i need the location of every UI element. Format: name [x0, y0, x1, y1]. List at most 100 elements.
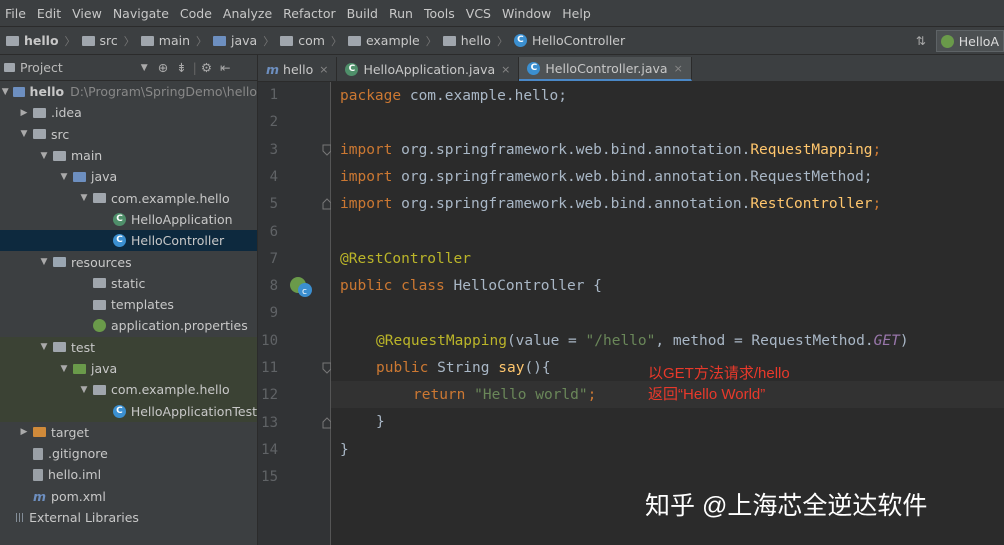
- breadcrumb-label: hello: [24, 33, 59, 48]
- tree-item[interactable]: ▼ main: [0, 145, 257, 166]
- annotation-note: 以GET方法请求/hello 返回“Hello World”: [648, 363, 790, 405]
- sort-icon[interactable]: ⇅: [916, 34, 926, 48]
- tree-item[interactable]: ▼ java: [0, 166, 257, 187]
- close-icon[interactable]: ×: [319, 63, 328, 76]
- expanded-arrow-icon[interactable]: ▼: [18, 129, 30, 139]
- scroll-from-source-icon[interactable]: ⊕: [158, 60, 168, 75]
- tree-item[interactable]: application.properties: [0, 315, 257, 336]
- collapsed-arrow-icon[interactable]: ▶: [18, 108, 30, 118]
- tree-item[interactable]: templates: [0, 294, 257, 315]
- project-toolbar: Project ▼ ⊕ ⇟ | ⚙ ⇤: [0, 55, 257, 81]
- breadcrumb-item[interactable]: example 〉: [342, 33, 437, 49]
- code-line-3: import org.springframework.web.bind.anno…: [340, 142, 882, 158]
- tree-item[interactable]: ▼ test: [0, 336, 257, 358]
- tree-item[interactable]: ▶ .idea: [0, 102, 257, 123]
- expanded-arrow-icon[interactable]: ▼: [58, 172, 70, 182]
- tree-item[interactable]: m pom.xml: [0, 486, 257, 507]
- menu-code[interactable]: Code: [175, 6, 218, 21]
- menu-run[interactable]: Run: [384, 6, 419, 21]
- tree-item-label: .gitignore: [48, 446, 108, 462]
- breadcrumb-label: example: [365, 33, 420, 48]
- menu-navigate[interactable]: Navigate: [108, 6, 175, 21]
- line-number: 3: [269, 141, 278, 158]
- collapse-all-icon[interactable]: ⇟: [176, 60, 186, 75]
- hide-icon[interactable]: ⇤: [220, 60, 230, 75]
- menu-window[interactable]: Window: [497, 6, 557, 21]
- code-line-10: @RequestMapping(value = "/hello", method…: [376, 333, 909, 349]
- collapsed-arrow-icon[interactable]: ▶: [18, 427, 30, 437]
- editor-tab[interactable]: m hello ×: [258, 57, 338, 81]
- chevron-right-icon: 〉: [123, 34, 135, 48]
- module-icon: [13, 86, 25, 97]
- menu-vcs[interactable]: VCS: [461, 6, 497, 21]
- tree-item[interactable]: ||| External Libraries: [0, 507, 257, 528]
- package-icon: [93, 384, 106, 395]
- menu-view[interactable]: View: [67, 6, 108, 21]
- tree-item[interactable]: ▼ src: [0, 124, 257, 145]
- tab-label: HelloApplication.java: [363, 61, 496, 77]
- folder-icon: [33, 107, 46, 118]
- dropdown-icon[interactable]: ▼: [141, 63, 148, 73]
- tree-item-label: com.example.hello: [111, 382, 230, 398]
- tree-item[interactable]: C HelloController: [0, 230, 257, 252]
- close-icon[interactable]: ×: [674, 62, 683, 75]
- breadcrumb-item[interactable]: src 〉: [76, 33, 135, 49]
- menu-build[interactable]: Build: [342, 6, 384, 21]
- project-panel-title[interactable]: Project: [20, 60, 63, 75]
- breadcrumb-item[interactable]: C HelloController: [508, 33, 625, 48]
- breadcrumb-item[interactable]: main 〉: [135, 33, 207, 49]
- code-editor[interactable]: package com.example.hello; import org.sp…: [331, 82, 1004, 545]
- project-panel: Project ▼ ⊕ ⇟ | ⚙ ⇤ ▼ hello D:\Program\Spr…: [0, 55, 258, 545]
- tree-item[interactable]: ▼ hello D:\Program\SpringDemo\hello: [0, 81, 257, 102]
- menu-help[interactable]: Help: [557, 6, 597, 21]
- breadcrumb-label: java: [231, 33, 258, 48]
- menu-edit[interactable]: Edit: [32, 6, 67, 21]
- tree-item-label: target: [51, 424, 90, 440]
- menu-analyze[interactable]: Analyze: [218, 6, 278, 21]
- editor-tab[interactable]: C HelloController.java ×: [519, 57, 692, 81]
- tree-item[interactable]: hello.iml: [0, 464, 257, 485]
- expanded-arrow-icon[interactable]: ▼: [38, 151, 50, 161]
- breadcrumb-item[interactable]: hello 〉: [437, 33, 508, 49]
- tree-item[interactable]: ▼ com.example.hello: [0, 379, 257, 401]
- excluded-folder-icon: [33, 427, 46, 438]
- line-number: 5: [269, 196, 278, 213]
- tree-item[interactable]: .gitignore: [0, 443, 257, 464]
- folder-icon: [93, 299, 106, 310]
- folder-icon: [347, 35, 361, 46]
- menu-file[interactable]: File: [0, 6, 32, 21]
- code-line-14: }: [340, 442, 349, 458]
- code-line-1: package com.example.hello;: [340, 88, 567, 104]
- tree-item[interactable]: ▼ resources: [0, 251, 257, 272]
- tree-item[interactable]: ▼ java: [0, 357, 257, 380]
- expanded-arrow-icon[interactable]: ▼: [78, 385, 90, 395]
- menu-refactor[interactable]: Refactor: [278, 6, 341, 21]
- tree-item[interactable]: ▼ com.example.hello: [0, 187, 257, 208]
- spring-bean-icon[interactable]: c: [288, 275, 314, 299]
- close-icon[interactable]: ×: [501, 63, 510, 76]
- spring-icon: [93, 319, 106, 333]
- package-icon: [93, 193, 106, 204]
- expanded-arrow-icon[interactable]: ▼: [38, 342, 50, 352]
- code-line-13: }: [376, 414, 385, 430]
- editor-tab[interactable]: C HelloApplication.java ×: [337, 57, 520, 81]
- tree-item[interactable]: C HelloApplicationTest: [0, 400, 257, 422]
- folder-icon: [33, 129, 46, 140]
- tree-item[interactable]: C HelloApplication: [0, 209, 257, 230]
- run-configuration-select[interactable]: HelloA: [935, 30, 1004, 52]
- tree-item-label: hello: [29, 84, 65, 100]
- folder-icon: [81, 35, 95, 46]
- gear-icon[interactable]: ⚙: [201, 60, 212, 75]
- tree-item[interactable]: static: [0, 273, 257, 294]
- expanded-arrow-icon[interactable]: ▼: [0, 87, 10, 97]
- expanded-arrow-icon[interactable]: ▼: [38, 257, 50, 267]
- expanded-arrow-icon[interactable]: ▼: [58, 364, 70, 374]
- expanded-arrow-icon[interactable]: ▼: [78, 193, 90, 203]
- chevron-right-icon: 〉: [196, 34, 208, 48]
- menu-tools[interactable]: Tools: [419, 6, 461, 21]
- breadcrumb-item[interactable]: com 〉: [274, 33, 342, 49]
- breadcrumb-item[interactable]: java 〉: [207, 33, 274, 49]
- breadcrumb-item[interactable]: hello 〉: [0, 33, 76, 49]
- tab-label: hello: [283, 61, 314, 77]
- tree-item[interactable]: ▶ target: [0, 422, 257, 443]
